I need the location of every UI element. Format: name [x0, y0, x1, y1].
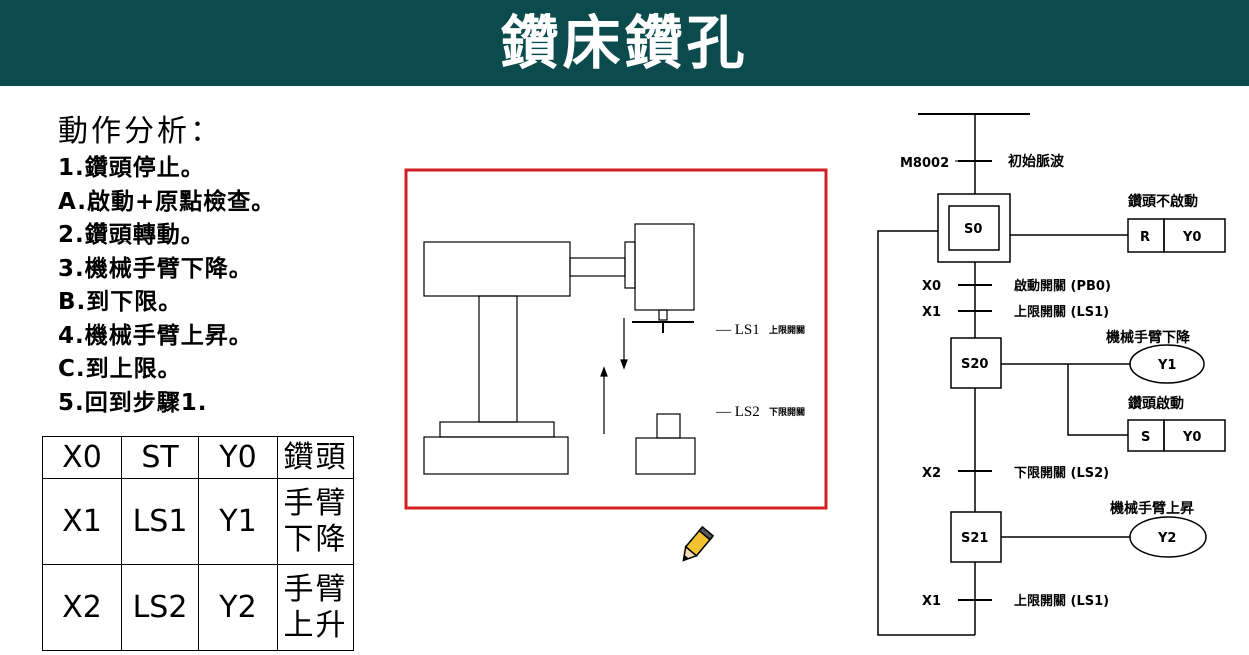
transition-x0-desc: 啟動開關 (PB0) — [1014, 278, 1111, 294]
pencil-cursor-icon — [682, 525, 715, 562]
transition-x1-return-desc: 上限開關 (LS1) — [1014, 594, 1109, 609]
s21-action-label: 機械手臂上昇 — [1110, 500, 1194, 517]
s0-action-out: Y0 — [1182, 230, 1201, 245]
down-arrow-head — [620, 359, 628, 370]
init-desc: 初始脈波 — [1008, 153, 1065, 170]
ls1-label: — LS1 — [715, 322, 760, 338]
machine-top-beam — [423, 241, 571, 297]
workpiece-top — [656, 413, 681, 439]
transition-x1-label: X1 — [922, 305, 941, 320]
machine-base-plate — [439, 421, 555, 438]
transition-x0-label: X0 — [922, 279, 941, 294]
up-arrow-head — [600, 366, 608, 377]
machine-arm — [569, 257, 626, 277]
ls2-desc: 下限開關 — [769, 407, 805, 418]
s20-action2-out: Y0 — [1182, 430, 1201, 445]
machine-base — [423, 436, 569, 475]
s0-action-cmd: R — [1140, 230, 1150, 245]
machine-head-plate — [624, 241, 636, 289]
s20-action2-cmd: S — [1141, 430, 1150, 445]
step-s21-label: S21 — [961, 531, 988, 546]
step-s0-label: S0 — [964, 222, 982, 237]
machine-frame — [404, 168, 828, 510]
diagram-canvas: — LS1 上限開關 — LS2 下限開關 M8002 初始脈波 S0 X0 啟… — [404, 113, 1226, 636]
machine-diagram — [404, 168, 828, 510]
s20-action1-out: Y1 — [1157, 358, 1176, 373]
step-s20-label: S20 — [961, 357, 988, 372]
transition-x1-desc: 上限開關 (LS1) — [1014, 305, 1109, 320]
init-contact-label: M8002 — [900, 156, 949, 171]
transition-x2-label: X2 — [922, 466, 941, 481]
transition-x1-return-label: X1 — [922, 594, 941, 609]
s0-action-label: 鑽頭不啟動 — [1128, 193, 1198, 210]
s20-action2-label: 鑽頭啟動 — [1128, 395, 1184, 412]
s20-action1-label: 機械手臂下降 — [1106, 329, 1191, 346]
transition-x2-desc: 下限開關 (LS2) — [1014, 466, 1109, 481]
s21-action-out: Y2 — [1157, 531, 1176, 546]
ls1-desc: 上限開關 — [769, 324, 805, 336]
machine-drill-head — [634, 223, 695, 311]
sfc-diagram — [877, 113, 1226, 636]
machine-column — [478, 295, 518, 423]
ls2-label: — LS2 — [715, 404, 760, 420]
machine-chuck — [658, 309, 668, 321]
workpiece-base — [635, 437, 696, 475]
sfc-action-line — [1067, 364, 1128, 436]
